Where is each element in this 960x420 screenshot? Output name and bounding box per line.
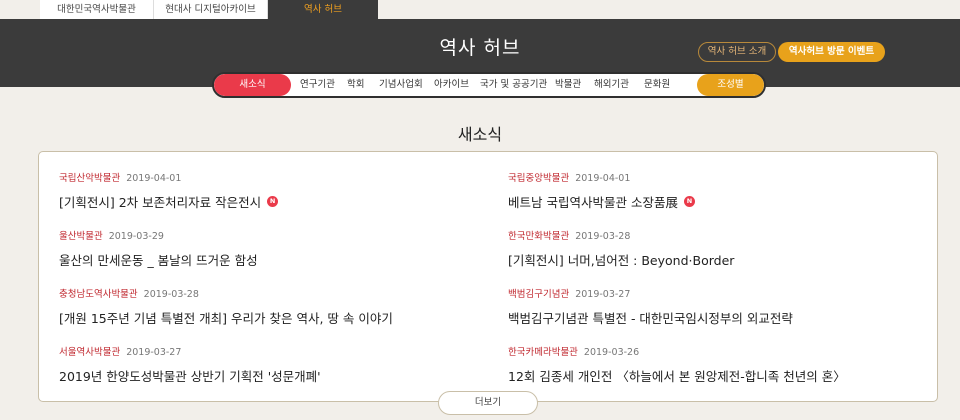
nav-item-public[interactable]: 국가 및 공공기관 xyxy=(480,74,547,96)
news-org: 한국카메라박물관 xyxy=(508,347,578,358)
new-badge-icon: N xyxy=(267,196,279,207)
site-tab-museum[interactable]: 대한민국역사박물관 xyxy=(40,0,154,19)
news-item[interactable]: 백범김구기념관 2019-03-27 백범김구기념관 특별전 - 대한민국임시정부… xyxy=(508,289,928,327)
news-date: 2019-03-28 xyxy=(143,289,199,300)
news-date: 2019-03-27 xyxy=(575,289,631,300)
news-item[interactable]: 국립중앙박물관 2019-04-01 베트남 국립역사박물관 소장품展 N xyxy=(508,173,928,211)
news-org: 한국만화박물관 xyxy=(508,231,570,242)
news-org: 충청남도역사박물관 xyxy=(59,289,138,300)
news-date: 2019-03-26 xyxy=(583,347,640,358)
news-panel: 국립산악박물관 2019-04-01 [기획전시] 2차 보존처리자료 작은전시 N… xyxy=(38,151,938,402)
nav-item-research[interactable]: 연구기관 xyxy=(300,74,335,96)
visit-event-button[interactable]: 역사허브 방문 이벤트 xyxy=(778,42,885,62)
news-title[interactable]: 베트남 국립역사박물관 소장품展 xyxy=(508,192,678,211)
news-item[interactable]: 서울역사박물관 2019-03-27 2019년 한양도성박물관 상반기 기획전 … xyxy=(59,347,479,385)
news-date: 2019-03-29 xyxy=(108,231,164,242)
news-title[interactable]: [개원 15주년 기념 특별전 개최] 우리가 찾은 역사, 땅 속 이야기 xyxy=(59,308,393,327)
news-org: 울산박물관 xyxy=(59,231,103,242)
news-title[interactable]: 2019년 한양도성박물관 상반기 기획전 '성문개폐' xyxy=(59,366,321,385)
news-item[interactable]: 충청남도역사박물관 2019-03-28 [개원 15주년 기념 특별전 개최] … xyxy=(59,289,479,327)
new-badge-icon: N xyxy=(683,196,695,207)
nav-item-memorial[interactable]: 기념사업회 xyxy=(379,74,423,96)
news-item[interactable]: 울산박물관 2019-03-29 울산의 만세운동 _ 봄날의 뜨거운 함성 xyxy=(59,231,479,269)
news-org: 국립중앙박물관 xyxy=(508,173,570,184)
news-org: 서울역사박물관 xyxy=(59,347,121,358)
site-tab-history-hub[interactable]: 역사 허브 xyxy=(268,0,378,19)
more-button[interactable]: 더보기 xyxy=(438,391,538,415)
section-title: 새소식 xyxy=(457,125,503,144)
news-title[interactable]: 백범김구기념관 특별전 - 대한민국임시정부의 외교전략 xyxy=(508,308,793,327)
news-title[interactable]: 울산의 만세운동 _ 봄날의 뜨거운 함성 xyxy=(59,250,258,269)
news-org: 국립산악박물관 xyxy=(59,173,121,184)
hub-intro-button[interactable]: 역사 허브 소개 xyxy=(698,42,776,62)
nav-item-overseas[interactable]: 해외기관 xyxy=(594,74,629,96)
news-date: 2019-04-01 xyxy=(575,173,631,184)
nav-item-museum[interactable]: 박물관 xyxy=(555,74,581,96)
category-nav: 새소식 연구기관 학회 기념사업회 아카이브 국가 및 공공기관 박물관 해외기… xyxy=(212,72,766,98)
news-item[interactable]: 한국카메라박물관 2019-03-26 12회 김종세 개인전 〈하늘에서 본 원… xyxy=(508,347,928,385)
news-item[interactable]: 국립산악박물관 2019-04-01 [기획전시] 2차 보존처리자료 작은전시 N xyxy=(59,173,479,211)
nav-item-culture[interactable]: 문화원 xyxy=(644,74,670,96)
site-tab-archive[interactable]: 현대사 디지털아카이브 xyxy=(154,0,268,19)
news-org: 백범김구기념관 xyxy=(508,289,570,300)
news-title[interactable]: 12회 김종세 개인전 〈하늘에서 본 원앙제전-합니족 천년의 혼〉 xyxy=(508,366,846,385)
news-title[interactable]: [기획전시] 2차 보존처리자료 작은전시 xyxy=(59,192,261,211)
site-tabs: 대한민국역사박물관 현대사 디지털아카이브 역사 허브 xyxy=(0,0,960,19)
news-date: 2019-04-01 xyxy=(126,173,182,184)
news-date: 2019-03-27 xyxy=(126,347,182,358)
news-date: 2019-03-28 xyxy=(575,231,631,242)
news-item[interactable]: 한국만화박물관 2019-03-28 [기획전시] 너머,넘어전 : Beyond… xyxy=(508,231,928,269)
nav-item-news[interactable]: 새소식 xyxy=(214,74,291,96)
news-title[interactable]: [기획전시] 너머,넘어전 : Beyond·Border xyxy=(508,250,734,269)
nav-search-button[interactable]: 조성별 xyxy=(697,74,764,96)
nav-item-society[interactable]: 학회 xyxy=(347,74,364,96)
nav-item-archive[interactable]: 아카이브 xyxy=(434,74,469,96)
